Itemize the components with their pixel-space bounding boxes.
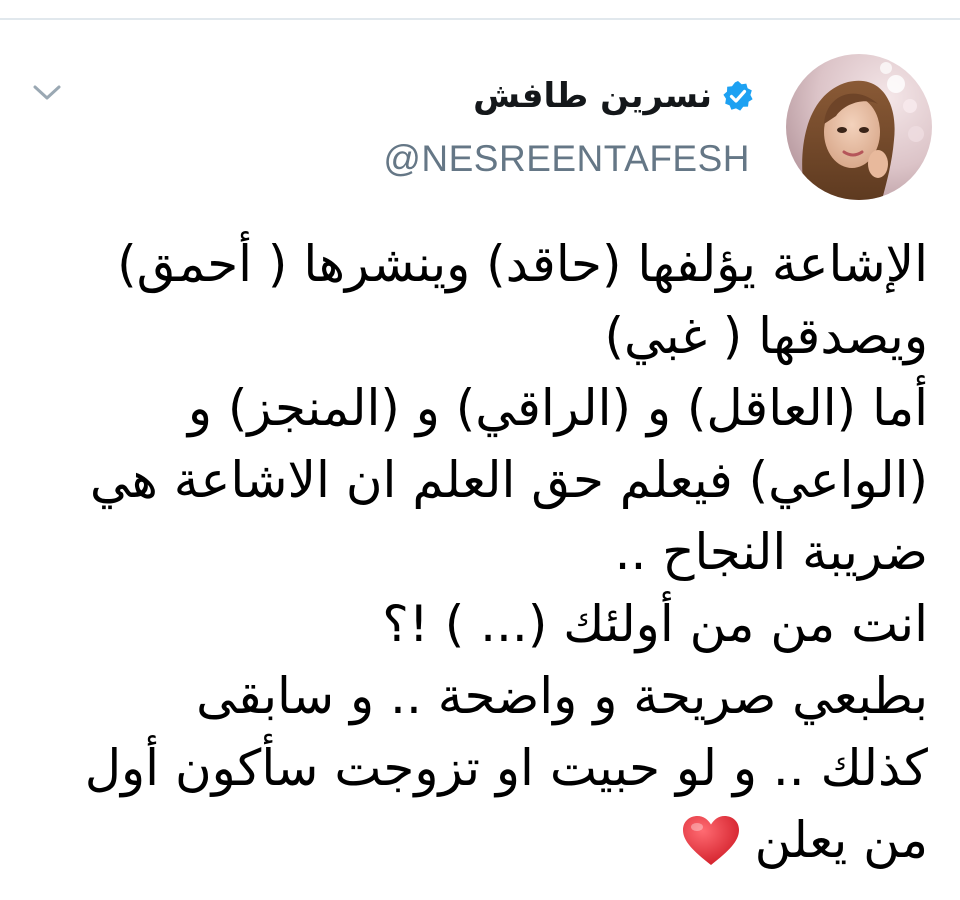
- tweet-menu-button[interactable]: [30, 80, 64, 106]
- chevron-down-icon: [33, 85, 61, 100]
- tweet-line: الإشاعة يؤلفها (حاقد) وينشرها ( أحمق): [117, 235, 928, 293]
- tweet-line: أما (العاقل) و (الراقي) و (المنجز) و: [187, 379, 928, 437]
- avatar[interactable]: [786, 54, 932, 200]
- tweet-last-line: من يعلن: [28, 804, 928, 876]
- verified-badge-icon: [723, 81, 753, 111]
- tweet-line: بطبعي صريحة و واضحة .. و سابقى: [196, 667, 928, 725]
- tweet-line: ضريبة النجاح ..: [614, 523, 928, 581]
- tweet-text: الإشاعة يؤلفها (حاقد) وينشرها ( أحمق) وي…: [28, 228, 928, 876]
- tweet-line: ويصدقها ( غبي): [604, 307, 928, 365]
- tweet-line: انت من من أولئك (... ) !؟: [382, 595, 928, 653]
- author-display-name[interactable]: نسرين طافش: [473, 76, 712, 116]
- tweet-line: كذلك .. و لو حبيت او تزوجت سأكون أول: [84, 739, 928, 797]
- top-divider: [0, 18, 960, 20]
- profile-photo-icon: [786, 54, 932, 200]
- red-heart-icon: [682, 816, 739, 865]
- author-name-row: نسرين طافش: [473, 68, 754, 124]
- tweet-line-text: من يعلن: [754, 811, 928, 869]
- tweet-line: (الواعي) فيعلم حق العلم ان الاشاعة هي: [89, 451, 928, 509]
- author-handle[interactable]: @NESREENTAFESH: [383, 138, 750, 180]
